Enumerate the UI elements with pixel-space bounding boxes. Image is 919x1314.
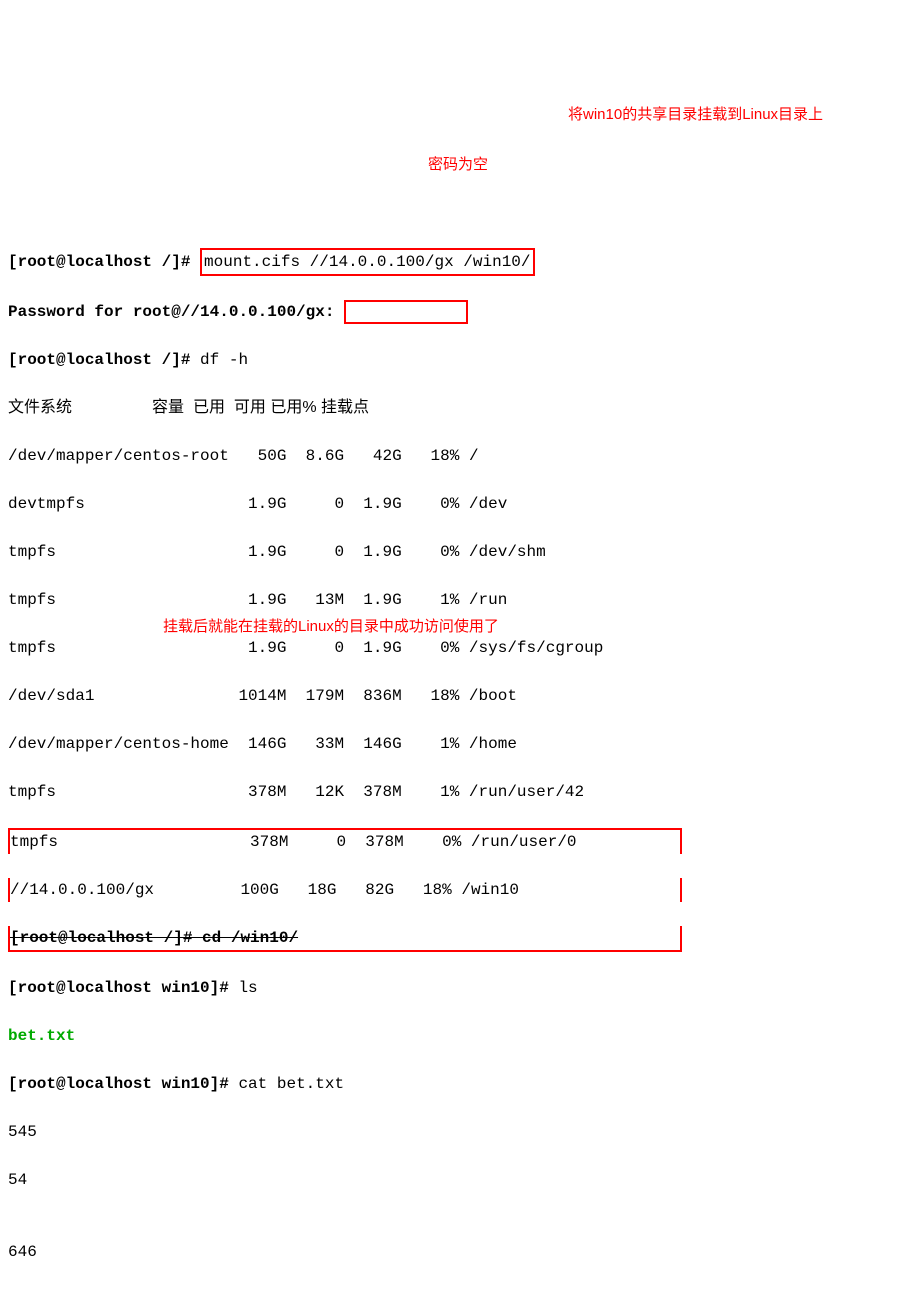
df-row-highlighted: //14.0.0.100/gx 100G 18G 82G 18% /win10: [8, 878, 911, 902]
df-row: tmpfs 1.9G 0 1.9G 0% /dev/shm: [8, 540, 911, 564]
h-mount: 挂载点: [321, 399, 369, 416]
cmd-ls: ls: [238, 979, 257, 997]
cat-line: 54: [8, 1168, 911, 1192]
df-row: tmpfs 378M 12K 378M 1% /run/user/42: [8, 780, 911, 804]
df-row: tmpfs 1.9G 13M 1.9G 1% /run: [8, 588, 911, 612]
cmd-mount: mount.cifs //14.0.0.100/gx /win10/: [204, 253, 530, 271]
line-cd: [root@localhost /]# cd /win10/: [8, 926, 911, 952]
h-avail: 可用: [234, 399, 266, 416]
prompt: [root@localhost /]#: [8, 253, 190, 271]
annotation-password-empty: 密码为空: [428, 154, 488, 177]
cmd-df: df -h: [200, 351, 248, 369]
h-used: 已用: [193, 399, 225, 416]
cmd-cat: cat bet.txt: [238, 1075, 344, 1093]
cmd-cd: [root@localhost /]# cd /win10/: [8, 926, 682, 952]
prompt: [root@localhost /]#: [8, 351, 190, 369]
df-row: /dev/mapper/centos-home 146G 33M 146G 1%…: [8, 732, 911, 756]
line-ls: [root@localhost win10]# ls: [8, 976, 911, 1000]
annotation-access-desc: 挂载后就能在挂载的Linux的目录中成功访问使用了: [163, 616, 499, 639]
df-row: devtmpfs 1.9G 0 1.9G 0% /dev: [8, 492, 911, 516]
empty-password-box: [344, 300, 468, 324]
h-fs: 文件系统: [8, 399, 72, 416]
h-usepct: 已用%: [270, 399, 316, 416]
df-row: /dev/sda1 1014M 179M 836M 18% /boot: [8, 684, 911, 708]
highlighted-mount-cmd: mount.cifs //14.0.0.100/gx /win10/: [200, 248, 534, 276]
line-cat: [root@localhost win10]# cat bet.txt: [8, 1072, 911, 1096]
cat-line: 646: [8, 1240, 911, 1264]
df-row: tmpfs 378M 0 378M 0% /run/user/0: [8, 828, 911, 854]
prompt: [root@localhost win10]#: [8, 1075, 229, 1093]
line-password: Password for root@//14.0.0.100/gx:: [8, 300, 911, 324]
h-size: 容量: [152, 399, 184, 416]
terminal-output: 将win10的共享目录挂载到Linux目录上 密码为空 挂载后就能在挂载的Lin…: [8, 104, 911, 1314]
prompt: [root@localhost win10]#: [8, 979, 229, 997]
df-row: /dev/mapper/centos-root 50G 8.6G 42G 18%…: [8, 444, 911, 468]
ls-output: bet.txt: [8, 1024, 911, 1048]
cat-line: 5: [8, 1312, 911, 1314]
df-header: 文件系统 容量 已用 可用 已用% 挂载点: [8, 396, 911, 420]
annotation-mount-desc: 将win10的共享目录挂载到Linux目录上: [568, 104, 823, 127]
line-mount: [root@localhost /]# mount.cifs //14.0.0.…: [8, 248, 911, 276]
line-df: [root@localhost /]# df -h: [8, 348, 911, 372]
cat-line: 545: [8, 1120, 911, 1144]
password-prompt: Password for root@//14.0.0.100/gx:: [8, 303, 334, 321]
